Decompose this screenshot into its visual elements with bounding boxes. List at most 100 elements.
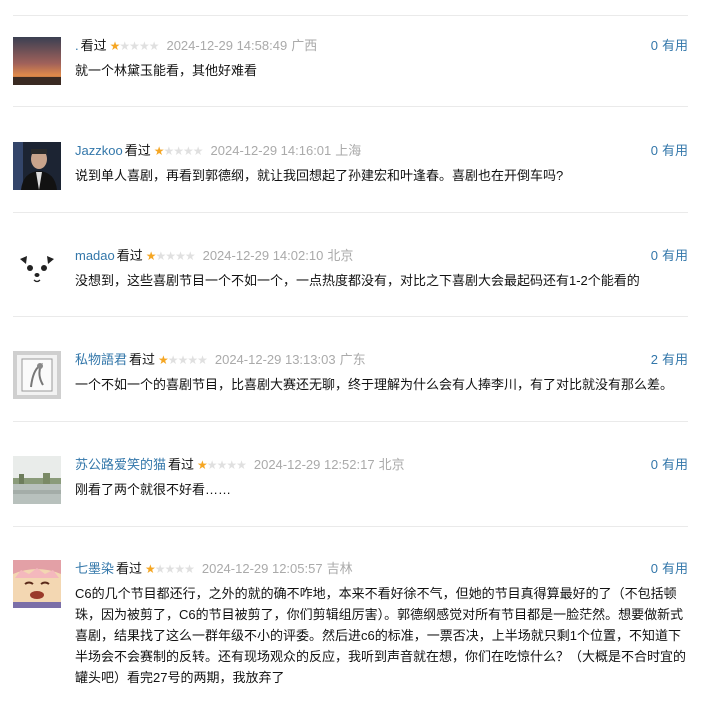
useful-vote-button[interactable]: 有用	[662, 352, 688, 367]
comment-location: 北京	[327, 248, 354, 263]
username-link[interactable]: Jazzkoo	[75, 143, 123, 158]
username-link[interactable]: 苏公路爱笑的猫	[75, 457, 166, 472]
divider	[13, 212, 688, 213]
username-link[interactable]: 私物語君	[75, 352, 127, 367]
star-empty-icon: ★	[165, 249, 176, 263]
vote-count: 0	[650, 38, 658, 53]
divider	[13, 316, 688, 317]
watch-status: 看过	[116, 248, 143, 263]
vote-area: 2 有用	[651, 351, 688, 369]
rating-stars: ★★★★★	[145, 560, 195, 578]
vote-area: 0 有用	[651, 456, 688, 474]
avatar[interactable]	[13, 560, 61, 608]
comment-text: 说到单人喜剧，再看到郭德纲，就让我回想起了孙建宏和叶逢春。喜剧也在开倒车吗?	[75, 168, 564, 183]
comment-meta: Jazzkoo 看过 ★★★★★ 2024-12-29 14:16:01 上海	[75, 142, 361, 160]
star-empty-icon: ★	[148, 39, 160, 53]
vote-area: 0 有用	[651, 247, 688, 265]
username-link[interactable]: madao	[75, 248, 115, 263]
watch-status: 看过	[124, 143, 151, 158]
star-empty-icon: ★	[192, 144, 204, 158]
comment-time: 2024-12-29 14:02:10	[202, 248, 324, 263]
comment-text: 就一个林黛玉能看，其他好难看	[75, 63, 258, 78]
comment-time: 2024-12-29 12:52:17	[253, 457, 375, 472]
star-empty-icon: ★	[129, 39, 140, 53]
comment-location: 吉林	[326, 561, 353, 576]
rating-stars: ★★★★★	[145, 247, 196, 265]
useful-vote-button[interactable]: 有用	[662, 457, 688, 472]
watch-status: 看过	[129, 352, 156, 367]
star-filled-icon: ★	[109, 39, 121, 53]
comment-time: 2024-12-29 14:16:01	[210, 143, 332, 158]
username-link[interactable]: .	[75, 38, 79, 53]
star-empty-icon: ★	[177, 353, 189, 367]
comment-meta: 七墨染 看过 ★★★★★ 2024-12-29 12:05:57 吉林	[75, 560, 353, 578]
star-empty-icon: ★	[226, 458, 237, 472]
comment-location: 广东	[339, 352, 366, 367]
star-empty-icon: ★	[183, 144, 194, 158]
star-filled-icon: ★	[197, 458, 208, 472]
vote-area: 0 有用	[651, 37, 688, 55]
vote-count: 0	[650, 561, 658, 576]
divider	[13, 526, 688, 527]
star-empty-icon: ★	[206, 458, 218, 472]
vote-count: 0	[650, 248, 658, 263]
watch-status: 看过	[80, 38, 107, 53]
useful-vote-button[interactable]: 有用	[662, 38, 688, 53]
avatar[interactable]	[13, 351, 61, 399]
vote-count: 0	[650, 457, 658, 472]
comment-text: 刚看了两个就很不好看……	[75, 482, 232, 497]
watch-status: 看过	[168, 457, 195, 472]
divider	[13, 106, 688, 107]
star-empty-icon: ★	[197, 353, 208, 367]
username-link[interactable]: 七墨染	[75, 561, 114, 576]
comment-location: 北京	[378, 457, 405, 472]
useful-vote-button[interactable]: 有用	[662, 143, 688, 158]
star-empty-icon: ★	[167, 353, 179, 367]
star-empty-icon: ★	[184, 249, 196, 263]
rating-stars: ★★★★★	[154, 142, 204, 160]
comment-time: 2024-12-29 14:58:49	[166, 38, 288, 53]
star-empty-icon: ★	[175, 249, 186, 263]
avatar[interactable]	[13, 142, 61, 190]
star-empty-icon: ★	[163, 144, 174, 158]
vote-area: 0 有用	[651, 142, 688, 160]
star-empty-icon: ★	[138, 39, 150, 53]
divider	[13, 421, 688, 422]
comment-time: 2024-12-29 12:05:57	[201, 561, 323, 576]
useful-vote-button[interactable]: 有用	[662, 561, 688, 576]
comment-meta: . 看过 ★★★★★ 2024-12-29 14:58:49 广西	[75, 37, 317, 55]
star-empty-icon: ★	[236, 458, 247, 472]
comment-meta: 私物語君 看过 ★★★★★ 2024-12-29 13:13:03 广东	[75, 351, 366, 369]
rating-stars: ★★★★★	[109, 37, 160, 55]
star-filled-icon: ★	[145, 249, 157, 263]
star-empty-icon: ★	[187, 353, 198, 367]
divider	[13, 15, 688, 16]
comment-text: 没想到，这些喜剧节目一个不如一个，一点热度都没有，对比之下喜剧大会最起码还有1-…	[75, 273, 640, 288]
rating-stars: ★★★★★	[197, 456, 247, 474]
comment-text: C6的几个节目都还行，之外的就的确不咋地，本来不看好徐不气，但她的节目真得算最好…	[75, 586, 687, 685]
comment-meta: 苏公路爱笑的猫 看过 ★★★★★ 2024-12-29 12:52:17 北京	[75, 456, 405, 474]
star-empty-icon: ★	[173, 144, 184, 158]
star-empty-icon: ★	[164, 562, 176, 576]
comment-location: 广西	[291, 38, 318, 53]
avatar[interactable]	[13, 37, 61, 85]
comment-list: . 看过 ★★★★★ 2024-12-29 14:58:49 广西 0 有用 就一个林黛玉…	[0, 0, 713, 703]
avatar[interactable]	[13, 247, 61, 295]
watch-status: 看过	[116, 561, 143, 576]
star-empty-icon: ★	[119, 39, 130, 53]
vote-area: 0 有用	[651, 560, 688, 578]
rating-stars: ★★★★★	[158, 351, 208, 369]
comment-location: 上海	[335, 143, 362, 158]
avatar[interactable]	[13, 456, 61, 504]
star-empty-icon: ★	[174, 562, 185, 576]
vote-count: 0	[650, 143, 658, 158]
star-filled-icon: ★	[158, 353, 169, 367]
star-empty-icon: ★	[184, 562, 195, 576]
star-filled-icon: ★	[145, 562, 156, 576]
star-empty-icon: ★	[154, 562, 166, 576]
vote-count: 2	[650, 352, 658, 367]
comment-text: 一个不如一个的喜剧节目，比喜剧大赛还无聊，终于理解为什么会有人捧李川，有了对比就…	[75, 377, 674, 392]
useful-vote-button[interactable]: 有用	[662, 248, 688, 263]
comment-meta: madao 看过 ★★★★★ 2024-12-29 14:02:10 北京	[75, 247, 353, 265]
star-empty-icon: ★	[216, 458, 228, 472]
